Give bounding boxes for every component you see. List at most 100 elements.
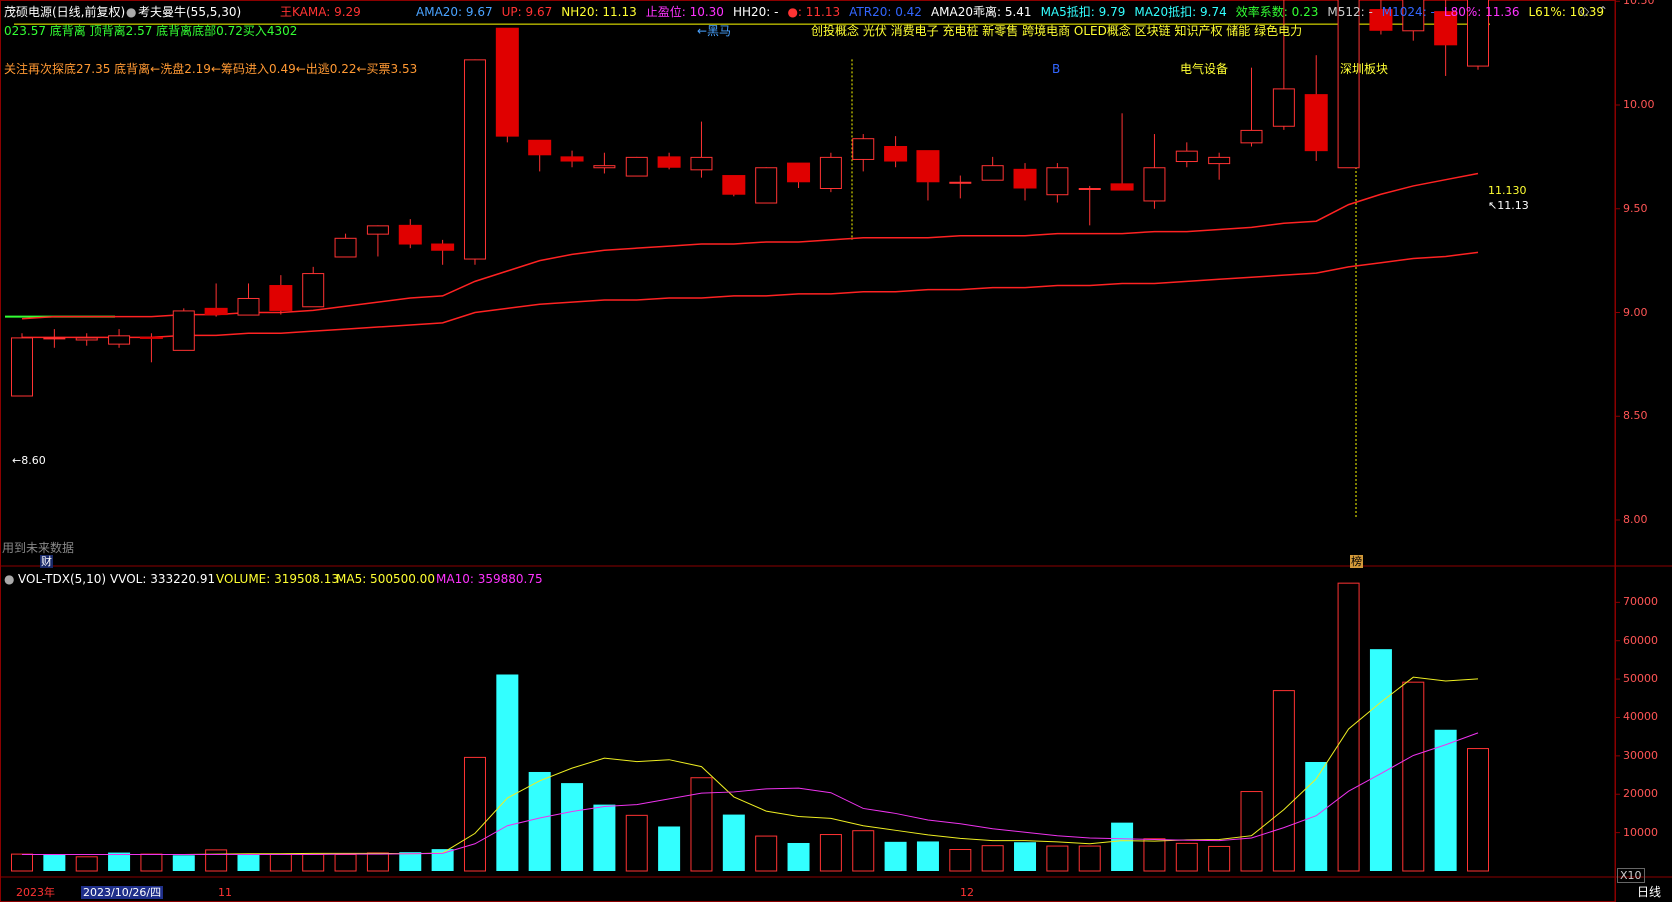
indicator-name[interactable]: 考夫曼牛(55,5,30) xyxy=(138,5,241,19)
volume-bar-up xyxy=(625,814,648,872)
indicator-value-7: AMA20乖离: 5.41 xyxy=(930,5,1032,19)
volume-unit-badge: X10 xyxy=(1617,868,1645,883)
candle-body-up xyxy=(819,156,842,189)
indicator-values: AMA20: 9.67 UP: 9.67 NH20: 11.13 止盈位: 10.30… xyxy=(416,5,1604,19)
signal-line: 关注再次探底27.35 底背离←洗盘2.19←筹码进入0.49←出逃0.22←买… xyxy=(4,62,418,76)
volume-tick-label: 10000 xyxy=(1623,825,1658,839)
candle-body-down xyxy=(1304,94,1328,152)
diamond-icon[interactable]: ◇ xyxy=(1580,4,1589,18)
candle-body-up xyxy=(237,297,260,316)
candle-body-up xyxy=(75,337,98,341)
high-price-label: 11.130 xyxy=(1488,184,1527,197)
volume-bar-up xyxy=(1337,582,1360,872)
date-axis-dec: 12 xyxy=(960,886,974,899)
stock-chart[interactable] xyxy=(0,0,1672,902)
volume-tick-label: 50000 xyxy=(1623,672,1658,686)
sector-label: 电气设备 xyxy=(1180,62,1229,76)
candle-body-up xyxy=(949,181,972,184)
price-tick-label: 10.50 xyxy=(1623,0,1655,8)
volume-indicator-icon[interactable]: ● xyxy=(4,572,14,586)
candle-body-up xyxy=(593,165,616,169)
candle-body-down xyxy=(884,146,908,162)
volume-bar-down xyxy=(722,814,745,871)
candle-body-down xyxy=(495,27,519,137)
date-axis-selected[interactable]: 2023/10/26/四 xyxy=(81,886,164,899)
indicator-value-5: ●: 11.13 xyxy=(787,5,841,19)
volume-tick-label: 70000 xyxy=(1623,595,1658,609)
volume-bar-up xyxy=(949,849,972,872)
volume-bar-down xyxy=(561,783,584,871)
candle-body-up xyxy=(366,225,389,235)
volume-bar-down xyxy=(496,674,519,871)
volume-tick-label: 20000 xyxy=(1623,787,1658,801)
date-axis-nov: 11 xyxy=(218,886,232,899)
volume-bar-up xyxy=(1208,845,1231,872)
candle-body-up xyxy=(1046,167,1069,196)
volume-bar-up xyxy=(269,853,292,872)
volume-indicator-name[interactable]: VOL-TDX(5,10) xyxy=(18,572,106,586)
candle-body-up xyxy=(690,156,713,171)
volume-tick-label: 40000 xyxy=(1623,710,1658,724)
candle-body-down xyxy=(787,162,811,183)
buy-signal-b: B xyxy=(1052,62,1061,76)
volume-bar-up xyxy=(852,830,875,872)
volume-bar-up xyxy=(1046,845,1069,872)
volume-bar-down xyxy=(1111,822,1134,871)
volume-bar-up xyxy=(140,853,163,872)
candle-body-up xyxy=(43,337,66,340)
price-tick-label: 8.00 xyxy=(1623,513,1648,526)
indicator-value-3: 止盈位: 10.30 xyxy=(645,5,724,19)
vol-ma10-line xyxy=(22,732,1479,855)
volume-bar-up xyxy=(755,835,778,872)
volume-bar-up xyxy=(1175,842,1198,872)
candle-body-up xyxy=(1175,150,1198,163)
candle-body-down xyxy=(269,285,293,311)
vvol-value: VVOL: 333220.91 xyxy=(110,572,216,586)
volume-bar-down xyxy=(1434,729,1457,871)
volume-bar-down xyxy=(528,771,551,871)
rank-marker[interactable]: 榜 xyxy=(1350,555,1363,568)
candle-body-down xyxy=(528,139,552,156)
indicator-value-11: M512: - xyxy=(1327,5,1373,19)
candle-body-up xyxy=(1078,188,1101,190)
candle-body-up xyxy=(1208,156,1231,165)
dark-horse-label: ←黑马 xyxy=(697,24,732,38)
candle-body-up xyxy=(1143,167,1166,202)
indicator-dropdown-icon[interactable]: ● xyxy=(126,5,136,19)
period-label[interactable]: 日线 xyxy=(1637,885,1661,899)
volume-bar-down xyxy=(916,841,939,871)
price-tick-label: 10.00 xyxy=(1623,98,1655,111)
kama-line xyxy=(22,251,1479,339)
stock-title: 茂硕电源(日线,前复权) xyxy=(4,5,126,19)
candle-body-up xyxy=(1272,88,1295,127)
indicator-value-10: 效率系数: 0.23 xyxy=(1235,5,1319,19)
volume-bar-up xyxy=(463,756,486,872)
indicator-value-4: HH20: - xyxy=(732,5,779,19)
collapse-up-icon[interactable]: ⌃ xyxy=(1598,4,1608,18)
volume-bar-down xyxy=(399,852,422,871)
finance-marker[interactable]: 财 xyxy=(40,555,53,568)
indicator-value-6: ATR20: 0.42 xyxy=(849,5,922,19)
candle-body-up xyxy=(755,167,778,204)
kama-value: 王KAMA: 9.29 xyxy=(280,5,361,19)
price-tick-label: 9.50 xyxy=(1623,201,1648,215)
candle-body-down xyxy=(204,307,228,316)
candle-body-up xyxy=(852,138,875,160)
volume-value: VOLUME: 319508.13 xyxy=(216,572,339,586)
concept-tags: 创投概念 光伏 消费电子 充电桩 新零售 跨境电商 OLED概念 区块链 知识产… xyxy=(811,24,1303,38)
volume-bar-up xyxy=(1272,690,1295,872)
candle-body-down xyxy=(657,156,681,168)
date-axis-year: 2023年 xyxy=(16,886,55,899)
candle-body-down xyxy=(398,224,422,245)
vol-ma5-line xyxy=(22,676,1479,855)
volume-bar-down xyxy=(108,852,131,871)
volume-bar-down xyxy=(593,804,616,871)
volume-bar-up xyxy=(1240,791,1263,872)
indicator-value-12: M1024: - xyxy=(1381,5,1435,19)
volume-bar-up xyxy=(205,849,228,872)
candle-body-up xyxy=(11,337,33,397)
indicator-value-2: NH20: 11.13 xyxy=(561,5,637,19)
volume-bar-up xyxy=(366,852,389,872)
indicator-value-1: UP: 9.67 xyxy=(501,5,553,19)
volume-bar-down xyxy=(172,855,195,871)
